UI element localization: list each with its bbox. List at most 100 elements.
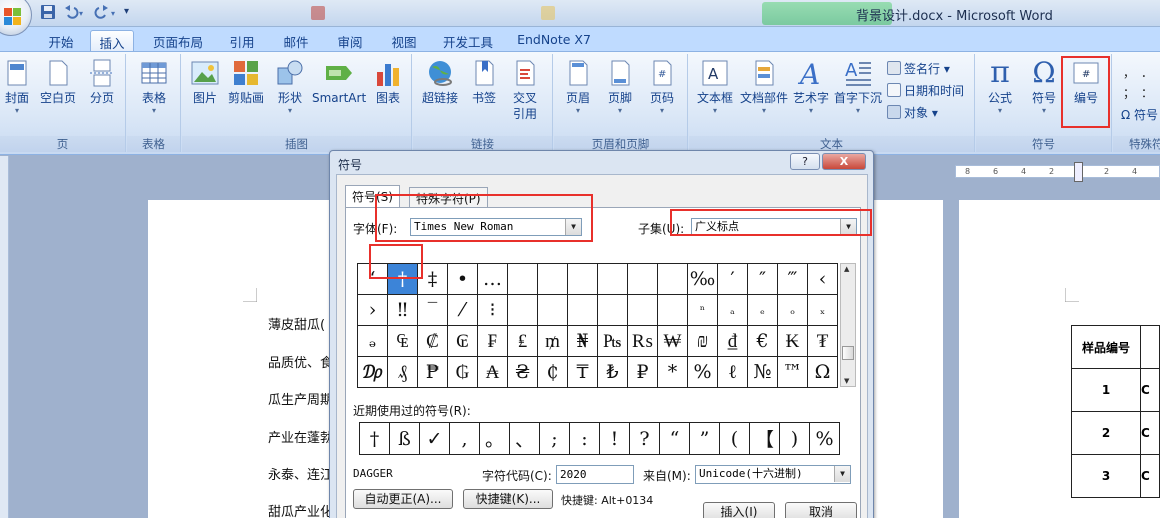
cover-page-button[interactable]: 封面 ▾ <box>2 58 32 116</box>
insert-button[interactable]: 插入(I) <box>703 502 775 518</box>
symbol-cell[interactable] <box>657 294 688 326</box>
special-punctuation-icon[interactable]: ； ： <box>1123 84 1153 101</box>
scrollbar-thumb[interactable] <box>842 346 854 360</box>
symbol-cell[interactable]: › <box>357 294 388 326</box>
from-select[interactable]: Unicode(十六进制) ▼ <box>695 465 851 484</box>
symbol-cell[interactable]: Ω <box>807 356 838 388</box>
recent-symbol-cell[interactable]: ; <box>539 422 570 455</box>
symbol-cell[interactable]: ‰ <box>687 263 718 295</box>
numbering-button[interactable]: # 编号 <box>1068 58 1104 106</box>
table-cell[interactable]: C <box>1139 411 1160 455</box>
symbol-cell[interactable]: ‡ <box>417 263 448 295</box>
quick-access-menu-icon[interactable]: ▾ <box>124 6 129 24</box>
recent-symbol-cell[interactable]: ! <box>599 422 630 455</box>
recent-symbol-cell[interactable]: 。 <box>479 422 510 455</box>
bookmark-button[interactable]: 书签 <box>467 58 501 106</box>
recent-symbol-cell[interactable]: “ <box>659 422 690 455</box>
blank-page-button[interactable]: 空白页 <box>38 58 78 106</box>
symbol-cell[interactable]: ₢ <box>447 325 478 357</box>
tab-developer[interactable]: 开发工具 <box>436 30 500 51</box>
recent-symbol-cell[interactable]: , <box>449 422 480 455</box>
recent-symbol-cell[interactable]: ✓ <box>419 422 450 455</box>
recent-symbol-cell[interactable]: † <box>359 422 390 455</box>
symbol-cell[interactable]: ₪ <box>687 325 718 357</box>
table-button[interactable]: 表格 ▾ <box>137 58 171 116</box>
symbol-cell[interactable]: … <box>477 263 508 295</box>
symbol-cell[interactable]: ⁝ <box>477 294 508 326</box>
smartart-button[interactable]: SmartArt <box>312 58 366 106</box>
recent-symbol-cell[interactable]: ß <box>389 422 420 455</box>
tab-view[interactable]: 视图 <box>382 30 426 51</box>
table-header-cell[interactable]: 样品编号 <box>1071 325 1141 369</box>
clip-art-button[interactable]: 剪贴画 <box>226 58 266 106</box>
tab-endnote[interactable]: EndNote X7 <box>512 30 596 51</box>
symbol-cell[interactable] <box>627 294 658 326</box>
symbol-cell[interactable]: ₸ <box>567 356 598 388</box>
scroll-up-icon[interactable]: ▲ <box>844 265 849 273</box>
table-cell[interactable]: 2 <box>1071 411 1141 455</box>
symbol-cell[interactable]: ₭ <box>777 325 808 357</box>
autocorrect-button[interactable]: 自动更正(A)... <box>353 489 453 509</box>
chevron-down-icon[interactable]: ▼ <box>565 219 581 235</box>
redo-icon[interactable]: ▾ <box>94 4 120 22</box>
symbol-cell[interactable]: № <box>747 356 778 388</box>
symbol-cell[interactable]: † <box>387 263 418 295</box>
symbol-cell[interactable]: ₯ <box>357 356 388 388</box>
symbol-cell[interactable] <box>567 294 598 326</box>
chart-button[interactable]: 图表 <box>372 58 404 106</box>
cancel-button[interactable]: 取消 <box>785 502 857 518</box>
help-button[interactable]: ? <box>790 153 820 170</box>
symbol-cell[interactable]: ⁿ <box>687 294 718 326</box>
symbol-cell[interactable]: € <box>747 325 778 357</box>
document-text-line[interactable]: 甜瓜产业化 <box>268 501 333 518</box>
recent-symbol-cell[interactable]: : <box>569 422 600 455</box>
symbol-cell[interactable]: ₲ <box>447 356 478 388</box>
wordart-button[interactable]: A 艺术字 ▾ <box>791 58 831 116</box>
symbol-cell[interactable]: ₰ <box>387 356 418 388</box>
tab-references[interactable]: 引用 <box>220 30 264 51</box>
header-button[interactable]: 页眉 ▾ <box>560 58 596 116</box>
symbol-cell[interactable]: ⁄ <box>447 294 478 326</box>
chevron-down-icon[interactable]: ▼ <box>834 466 850 482</box>
chevron-down-icon[interactable]: ▼ <box>840 219 856 235</box>
table-cell[interactable] <box>1139 325 1160 369</box>
recent-symbol-cell[interactable]: 、 <box>509 422 540 455</box>
symbol-cell[interactable]: ₨ <box>627 325 658 357</box>
symbol-cell[interactable]: ‘ <box>357 263 388 295</box>
symbol-cell[interactable] <box>657 263 688 295</box>
symbol-button[interactable]: Ω 符号 ▾ <box>1026 58 1062 116</box>
tab-home[interactable]: 开始 <box>40 30 82 51</box>
table-cell[interactable]: C <box>1139 454 1160 498</box>
table-cell[interactable]: C <box>1139 368 1160 412</box>
undo-icon[interactable]: ▾ <box>62 4 88 22</box>
symbol-cell[interactable]: ℓ <box>717 356 748 388</box>
page-break-button[interactable]: 分页 <box>84 58 120 106</box>
signature-line-button[interactable]: 签名行 ▾ <box>887 60 950 77</box>
symbol-cell[interactable]: ‼ <box>387 294 418 326</box>
hyperlink-button[interactable]: 超链接 <box>419 58 461 106</box>
scroll-down-icon[interactable]: ▼ <box>844 377 849 385</box>
tab-page-layout[interactable]: 页面布局 <box>146 30 210 51</box>
symbol-cell[interactable]: ₤ <box>507 325 538 357</box>
close-button[interactable]: X <box>822 153 866 170</box>
symbol-cell[interactable]: ₦ <box>567 325 598 357</box>
symbol-cell[interactable]: ₵ <box>537 356 568 388</box>
special-symbol-button[interactable]: Ω 符号 <box>1121 106 1158 123</box>
symbol-cell[interactable]: ₧ <box>597 325 628 357</box>
font-select[interactable]: Times New Roman ▼ <box>410 218 582 236</box>
shapes-button[interactable]: 形状 ▾ <box>274 58 306 116</box>
symbol-cell[interactable] <box>597 263 628 295</box>
drop-cap-button[interactable]: A 首字下沉 ▾ <box>833 58 883 116</box>
recent-symbol-cell[interactable]: ? <box>629 422 660 455</box>
symbol-cell[interactable]: ₳ <box>477 356 508 388</box>
table-cell[interactable]: 3 <box>1071 454 1141 498</box>
symbol-cell[interactable] <box>627 263 658 295</box>
symbol-cell[interactable]: ₩ <box>657 325 688 357</box>
symbol-cell[interactable]: ₽ <box>627 356 658 388</box>
symbol-cell[interactable]: ′ <box>717 263 748 295</box>
tab-review[interactable]: 审阅 <box>328 30 372 51</box>
symbol-cell[interactable]: ₑ <box>747 294 778 326</box>
document-text-line[interactable]: 永泰、连江 <box>268 464 333 483</box>
symbol-cell[interactable]: % <box>687 356 718 388</box>
symbol-cell[interactable]: ₱ <box>417 356 448 388</box>
